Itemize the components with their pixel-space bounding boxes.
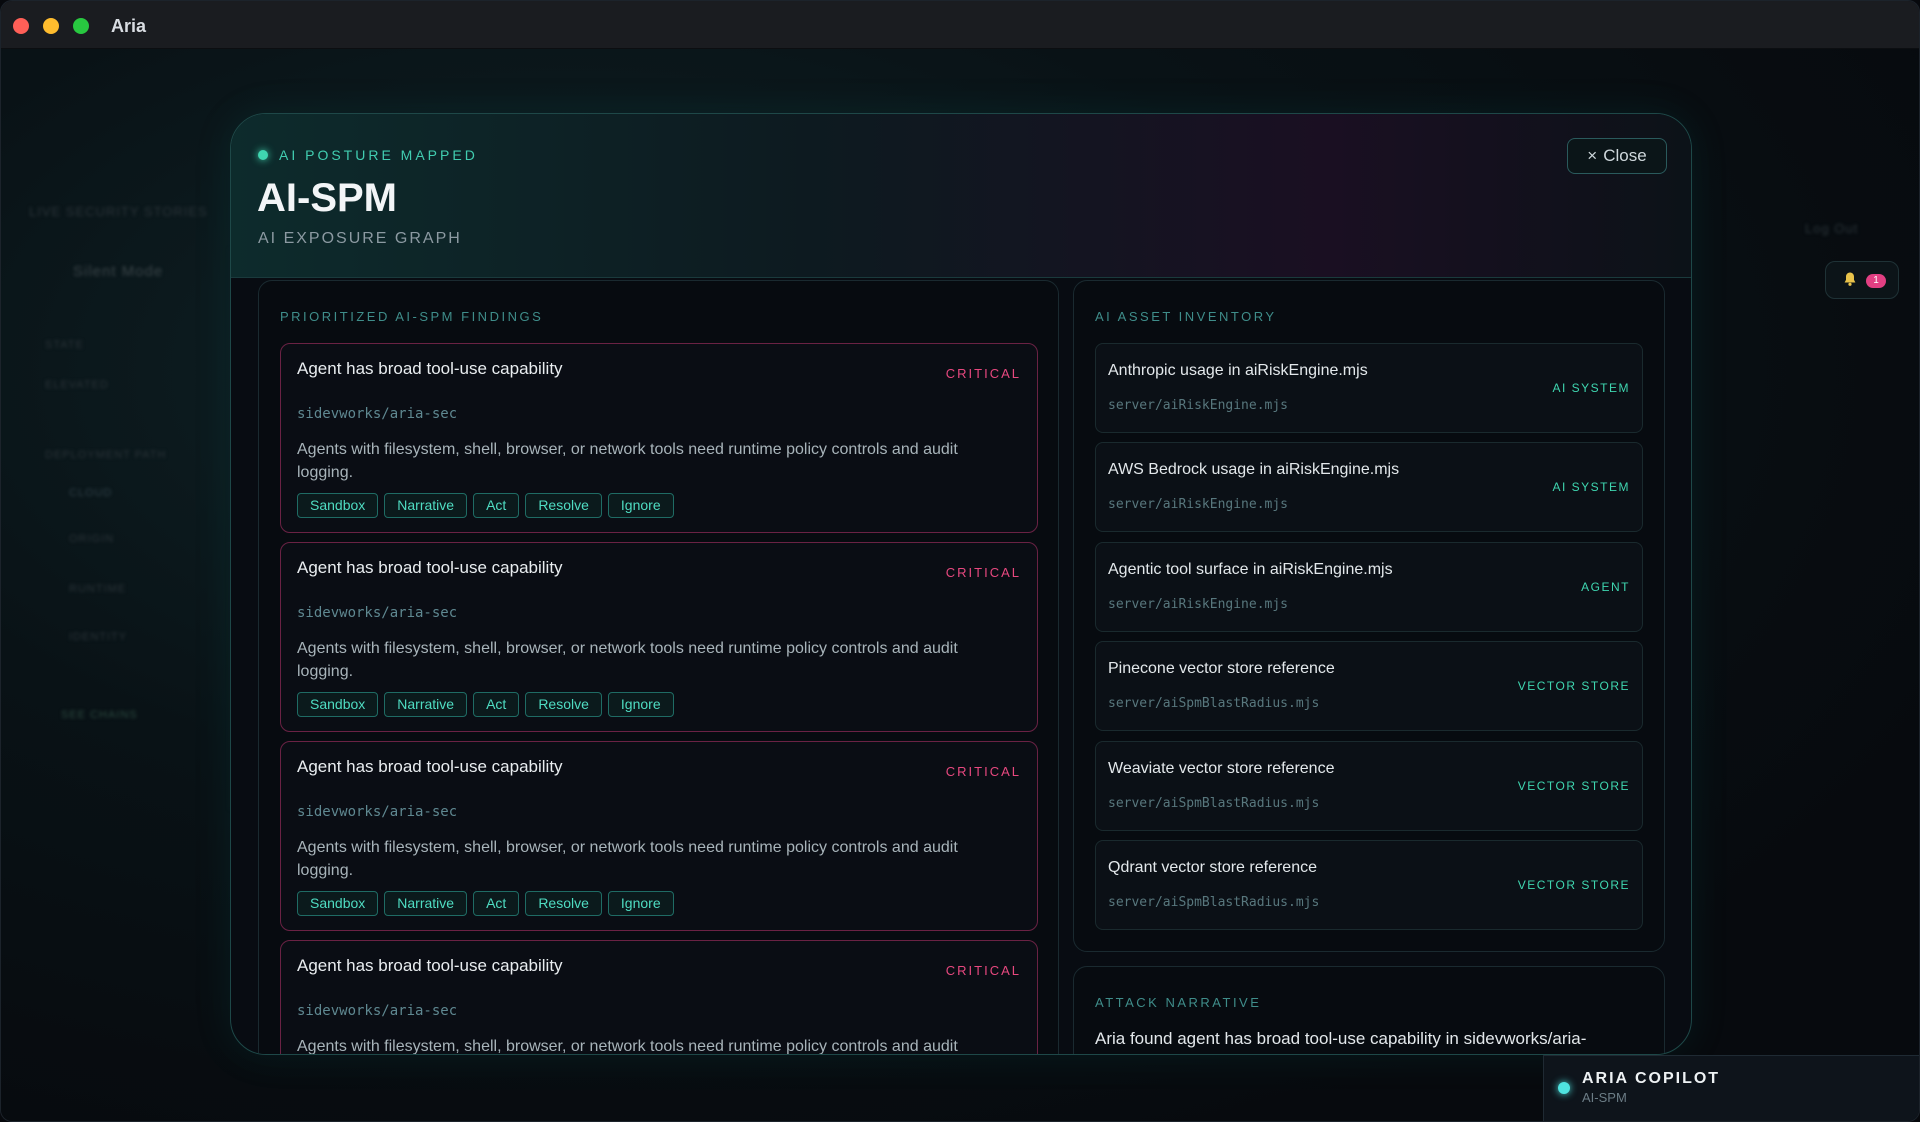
- app-window: Aria LIVE SECURITY STORIES Silent Mode S…: [0, 0, 1920, 1122]
- finding-repo: sidevworks/aria-sec: [297, 1003, 458, 1019]
- finding-card[interactable]: Agent has broad tool-use capability CRIT…: [280, 542, 1038, 732]
- ignore-button[interactable]: Ignore: [607, 493, 674, 518]
- asset-type-badge: VECTOR STORE: [1517, 679, 1630, 693]
- close-button[interactable]: × Close: [1567, 138, 1667, 174]
- finding-title: Agent has broad tool-use capability: [297, 558, 563, 577]
- asset-path: server/aiSpmBlastRadius.mjs: [1108, 796, 1320, 811]
- asset-item[interactable]: Anthropic usage in aiRiskEngine.mjs serv…: [1095, 343, 1643, 433]
- copilot-title: ARIA COPILOT: [1582, 1070, 1721, 1087]
- asset-item[interactable]: Qdrant vector store reference server/aiS…: [1095, 840, 1643, 930]
- act-button[interactable]: Act: [473, 692, 520, 717]
- finding-actions: Sandbox Narrative Act Resolve Ignore: [297, 493, 674, 518]
- asset-path: server/aiSpmBlastRadius.mjs: [1108, 895, 1320, 910]
- asset-name: Anthropic usage in aiRiskEngine.mjs: [1108, 362, 1368, 379]
- status-label: AI POSTURE MAPPED: [279, 147, 478, 163]
- modal-subtitle: AI EXPOSURE GRAPH: [258, 230, 462, 247]
- narrative-button[interactable]: Narrative: [384, 891, 468, 916]
- finding-repo: sidevworks/aria-sec: [297, 605, 458, 621]
- close-button-label: Close: [1603, 146, 1647, 165]
- minimize-window-button[interactable]: [43, 18, 59, 34]
- close-icon: ×: [1587, 146, 1598, 165]
- finding-repo: sidevworks/aria-sec: [297, 406, 458, 422]
- maximize-window-button[interactable]: [73, 18, 89, 34]
- finding-actions: Sandbox Narrative Act Resolve Ignore: [297, 891, 674, 916]
- finding-title: Agent has broad tool-use capability: [297, 359, 563, 378]
- asset-type-badge: AI SYSTEM: [1552, 480, 1630, 494]
- asset-name: Pinecone vector store reference: [1108, 660, 1335, 677]
- finding-card[interactable]: Agent has broad tool-use capability CRIT…: [280, 343, 1038, 533]
- notification-count-badge: 1: [1866, 274, 1886, 288]
- asset-type-badge: VECTOR STORE: [1517, 878, 1630, 892]
- copilot-status-dot-icon: [1558, 1082, 1570, 1094]
- asset-type-badge: AGENT: [1581, 580, 1630, 594]
- sandbox-button[interactable]: Sandbox: [297, 891, 379, 916]
- backdrop-sidebar: [31, 249, 231, 809]
- resolve-button[interactable]: Resolve: [525, 891, 602, 916]
- narrative-button[interactable]: Narrative: [384, 692, 468, 717]
- notifications-button[interactable]: 1: [1825, 261, 1899, 299]
- status-dot-icon: [258, 150, 268, 160]
- ignore-button[interactable]: Ignore: [607, 891, 674, 916]
- sandbox-button[interactable]: Sandbox: [297, 692, 379, 717]
- finding-description: Agents with filesystem, shell, browser, …: [297, 640, 958, 680]
- finding-description: Agents with filesystem, shell, browser, …: [297, 1038, 958, 1055]
- finding-card[interactable]: Agent has broad tool-use capability CRIT…: [280, 940, 1038, 1055]
- narrative-section-label: ATTACK NARRATIVE: [1095, 995, 1262, 1010]
- severity-badge: CRITICAL: [945, 565, 1021, 580]
- copilot-subtitle: AI-SPM: [1582, 1090, 1627, 1105]
- severity-badge: CRITICAL: [945, 366, 1021, 381]
- copilot-panel[interactable]: ARIA COPILOT AI-SPM: [1543, 1055, 1919, 1121]
- asset-item[interactable]: Pinecone vector store reference server/a…: [1095, 641, 1643, 731]
- asset-name: Agentic tool surface in aiRiskEngine.mjs: [1108, 561, 1393, 578]
- asset-item[interactable]: AWS Bedrock usage in aiRiskEngine.mjs se…: [1095, 442, 1643, 532]
- finding-repo: sidevworks/aria-sec: [297, 804, 458, 820]
- resolve-button[interactable]: Resolve: [525, 692, 602, 717]
- severity-badge: CRITICAL: [945, 963, 1021, 978]
- narrative-text: Aria found agent has broad tool-use capa…: [1095, 1029, 1587, 1048]
- asset-name: Weaviate vector store reference: [1108, 760, 1335, 777]
- asset-path: server/aiRiskEngine.mjs: [1108, 497, 1289, 512]
- resolve-button[interactable]: Resolve: [525, 493, 602, 518]
- findings-section-label: PRIORITIZED AI-SPM FINDINGS: [280, 309, 544, 324]
- act-button[interactable]: Act: [473, 493, 520, 518]
- narrative-button[interactable]: Narrative: [384, 493, 468, 518]
- sandbox-button[interactable]: Sandbox: [297, 493, 379, 518]
- title-bar: Aria: [1, 1, 1919, 49]
- finding-description: Agents with filesystem, shell, browser, …: [297, 441, 958, 481]
- asset-name: AWS Bedrock usage in aiRiskEngine.mjs: [1108, 461, 1400, 478]
- severity-badge: CRITICAL: [945, 764, 1021, 779]
- asset-type-badge: AI SYSTEM: [1552, 381, 1630, 395]
- ai-spm-modal: AI POSTURE MAPPED AI-SPM AI EXPOSURE GRA…: [230, 113, 1692, 1055]
- act-button[interactable]: Act: [473, 891, 520, 916]
- findings-panel: PRIORITIZED AI-SPM FINDINGS Agent has br…: [258, 280, 1059, 1055]
- modal-title: AI-SPM: [257, 176, 397, 220]
- asset-name: Qdrant vector store reference: [1108, 859, 1317, 876]
- bell-icon: [1844, 272, 1856, 286]
- asset-item[interactable]: Agentic tool surface in aiRiskEngine.mjs…: [1095, 542, 1643, 632]
- asset-item[interactable]: Weaviate vector store reference server/a…: [1095, 741, 1643, 831]
- finding-title: Agent has broad tool-use capability: [297, 956, 563, 975]
- inventory-section-label: AI ASSET INVENTORY: [1095, 309, 1277, 324]
- close-window-button[interactable]: [13, 18, 29, 34]
- modal-header: AI POSTURE MAPPED AI-SPM AI EXPOSURE GRA…: [231, 114, 1691, 278]
- finding-card[interactable]: Agent has broad tool-use capability CRIT…: [280, 741, 1038, 931]
- finding-description: Agents with filesystem, shell, browser, …: [297, 839, 958, 879]
- asset-path: server/aiRiskEngine.mjs: [1108, 597, 1289, 612]
- finding-title: Agent has broad tool-use capability: [297, 757, 563, 776]
- backdrop-heading: LIVE SECURITY STORIES: [29, 204, 208, 219]
- window-title: Aria: [111, 16, 147, 36]
- asset-inventory-panel: AI ASSET INVENTORY Anthropic usage in ai…: [1073, 280, 1665, 952]
- ignore-button[interactable]: Ignore: [607, 692, 674, 717]
- asset-type-badge: VECTOR STORE: [1517, 779, 1630, 793]
- backdrop-logout: Log Out: [1805, 221, 1859, 236]
- finding-actions: Sandbox Narrative Act Resolve Ignore: [297, 692, 674, 717]
- attack-narrative-panel: ATTACK NARRATIVE Aria found agent has br…: [1073, 966, 1665, 1054]
- asset-path: server/aiRiskEngine.mjs: [1108, 398, 1289, 413]
- asset-path: server/aiSpmBlastRadius.mjs: [1108, 696, 1320, 711]
